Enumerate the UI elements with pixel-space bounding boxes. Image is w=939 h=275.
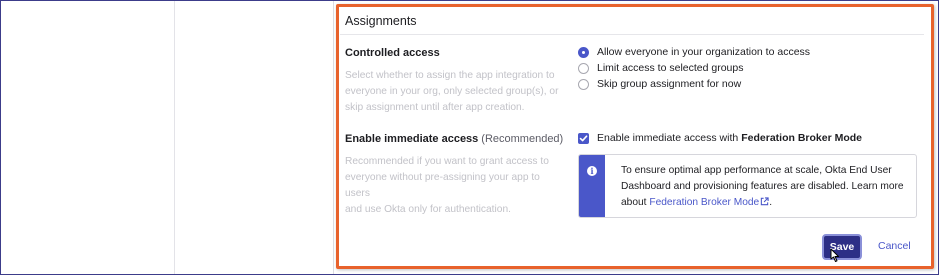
mouse-cursor-icon — [830, 248, 839, 262]
radio-allow-everyone[interactable]: Allow everyone in your organization to a… — [578, 46, 810, 58]
immediate-access-label: Enable immediate access (Recommended) — [345, 133, 563, 145]
section-divider — [340, 34, 924, 35]
radio-button[interactable] — [578, 78, 589, 90]
info-text: To ensure optimal app performance at sca… — [621, 163, 911, 211]
radio-skip-assignment[interactable]: Skip group assignment for now — [578, 78, 741, 90]
description-line: everyone without pre-assigning your app … — [345, 172, 540, 199]
description-line: everyone in your org, only selected grou… — [345, 86, 559, 97]
column-divider — [333, 1, 334, 274]
external-link-icon[interactable] — [760, 197, 769, 206]
info-icon: i — [587, 166, 597, 176]
recommended-tag: (Recommended) — [481, 133, 564, 145]
description-line: and use Okta only for authentication. — [345, 204, 511, 215]
section-title: Assignments — [345, 14, 417, 28]
controlled-access-label: Controlled access — [345, 47, 440, 59]
immediate-access-description: Recommended if you want to grant access … — [345, 154, 560, 218]
info-line: Dashboard and provisioning features are … — [621, 181, 904, 192]
save-button[interactable]: Save — [822, 234, 862, 260]
checkbox-checked[interactable] — [578, 132, 589, 144]
info-line-prefix: about — [621, 197, 647, 208]
info-line: about Federation Broker Mode. — [621, 195, 911, 211]
checkbox-label-bold: Federation Broker Mode — [741, 132, 863, 144]
link-text[interactable]: Federation Broker Mode — [649, 197, 759, 208]
checkbox-label: Enable immediate access with — [597, 132, 739, 144]
federation-broker-mode-link[interactable]: Federation Broker Mode — [649, 197, 769, 208]
cancel-button[interactable]: Cancel — [878, 240, 911, 252]
radio-limit-groups[interactable]: Limit access to selected groups — [578, 62, 744, 74]
info-callout: i To ensure optimal app performance at s… — [578, 154, 917, 218]
radio-label: Skip group assignment for now — [597, 78, 742, 90]
immediate-access-label-text: Enable immediate access — [345, 133, 479, 145]
info-stripe: i — [579, 155, 605, 217]
info-line-suffix: . — [769, 197, 773, 208]
info-line: To ensure optimal app performance at sca… — [621, 165, 892, 176]
radio-button[interactable] — [578, 62, 589, 74]
description-line: Recommended if you want to grant access … — [345, 156, 549, 167]
description-line: Select whether to assign the app integra… — [345, 70, 555, 81]
column-divider — [174, 1, 175, 274]
radio-label: Limit access to selected groups — [597, 62, 744, 74]
checkmark-icon — [579, 134, 588, 141]
description-line: skip assignment until after app creation… — [345, 102, 525, 113]
immediate-access-checkbox-row[interactable]: Enable immediate access with Federation B… — [578, 132, 862, 144]
radio-button-checked[interactable] — [578, 46, 589, 58]
radio-label: Allow everyone in your organization to a… — [597, 46, 811, 58]
controlled-access-description: Select whether to assign the app integra… — [345, 68, 560, 116]
